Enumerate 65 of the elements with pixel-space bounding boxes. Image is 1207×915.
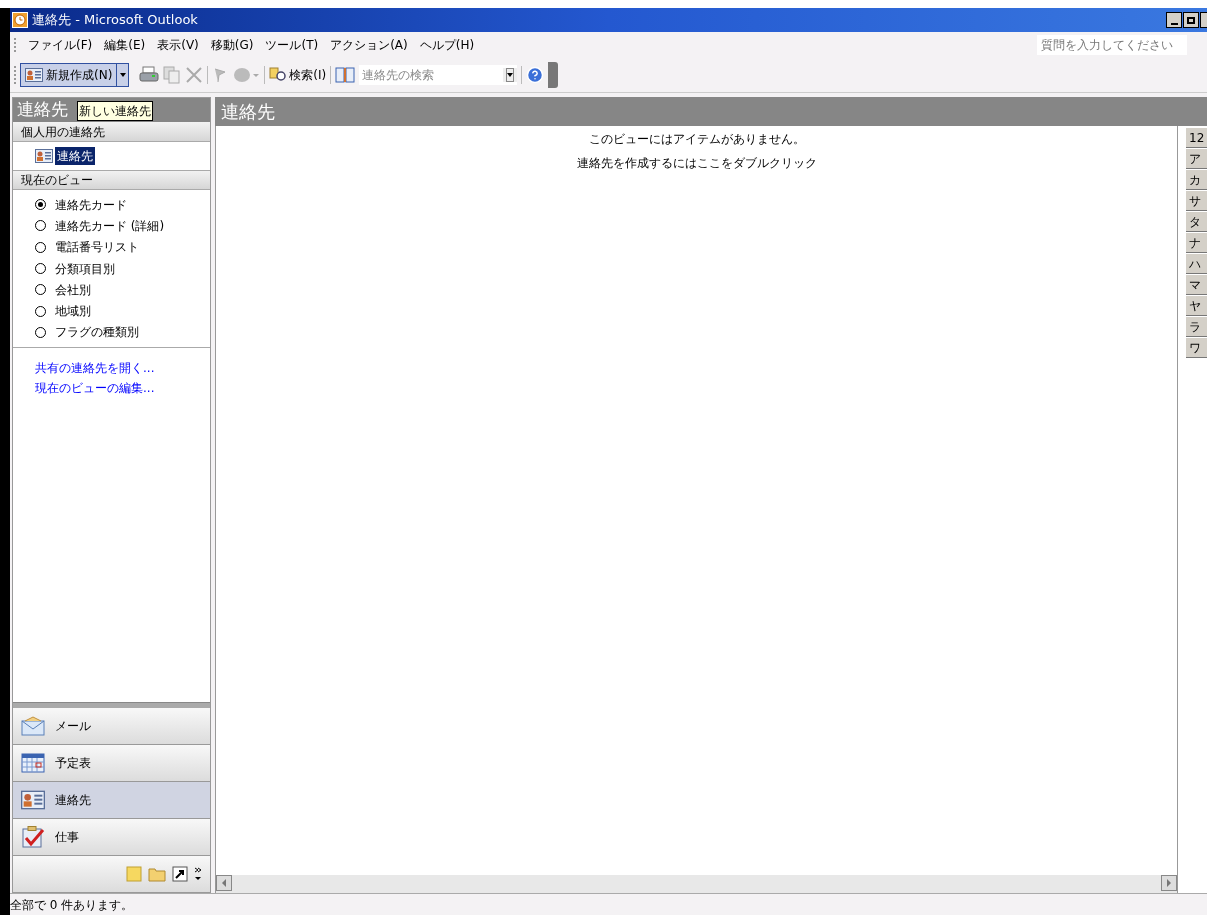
contact-card-icon [21,790,45,810]
status-text: 全部で 0 件あります。 [10,896,134,914]
index-tab[interactable]: マ [1186,275,1207,295]
empty-view-message: このビューにはアイテムがありません。 [588,131,805,148]
nav-button[interactable]: 連絡先 [13,782,210,819]
view-radio-option[interactable]: 連絡先カード (詳細) [13,215,210,237]
section-header: 現在のビュー [13,170,210,190]
nav-button[interactable]: メール [13,708,210,745]
nav-button[interactable]: 仕事 [13,819,210,856]
view-radio-option[interactable]: 連絡先カード [13,194,210,216]
nav-button[interactable]: 予定表 [13,745,210,782]
view-radio-option[interactable]: 会社別 [13,279,210,301]
checkmark-clipboard-icon [21,826,45,848]
index-tab[interactable]: サ [1186,191,1207,211]
clock-icon [12,12,28,28]
index-tab[interactable]: ヤ [1186,296,1207,316]
scroll-right-icon[interactable] [1161,875,1177,891]
printer-icon[interactable] [139,66,160,84]
contact-card-icon [25,68,43,82]
restore-button[interactable] [1183,12,1199,28]
index-tab[interactable]: ナ [1186,233,1207,253]
folder-item[interactable]: 連絡先 [55,147,95,165]
address-book-icon[interactable] [335,67,356,83]
view-radio-option[interactable]: フラグの種類別 [13,321,210,344]
chevron-icon[interactable] [194,867,202,881]
link[interactable]: 現在のビューの編集... [35,378,155,399]
help-icon[interactable] [526,66,545,84]
close-button[interactable] [1200,12,1207,28]
menu-item[interactable]: 移動(G) [204,36,260,54]
toolbar-options-icon[interactable] [548,62,559,88]
view-radio-option[interactable]: 電話番号リスト [13,236,210,258]
caret-icon [507,73,514,77]
help-field[interactable]: 質問を入力してください [1037,35,1187,55]
index-tab[interactable]: 12 [1186,128,1207,148]
index-tab[interactable]: カ [1186,170,1207,190]
index-tab[interactable]: タ [1186,212,1207,232]
menu-item[interactable]: 表示(V) [151,36,205,54]
window-title: 連絡先 - Microsoft Outlook [32,11,198,30]
envelope-icon [21,716,45,736]
caret-icon [119,73,126,77]
index-tab[interactable]: ハ [1186,254,1207,274]
contact-card-icon [35,149,53,163]
scroll-left-icon[interactable] [216,875,232,891]
contact-search-field[interactable]: 連絡先の検索 [359,65,504,85]
menu-item[interactable]: ヘルプ(H) [413,36,481,54]
splitter-handle[interactable] [13,702,210,708]
view-radio-option[interactable]: 地域別 [13,300,210,322]
shortcut-icon[interactable] [172,866,188,882]
view-radio-option[interactable]: 分類項目別 [13,257,210,280]
horizontal-scrollbar[interactable] [216,875,1177,893]
section-header: 個人用の連絡先 [13,122,210,142]
minimize-button[interactable] [1166,12,1182,28]
index-tab[interactable]: ワ [1186,338,1207,358]
calendar-icon [21,753,45,773]
index-tab[interactable]: ラ [1186,317,1207,337]
pane-header: 連絡先 [215,97,1207,126]
index-tab[interactable]: ア [1186,149,1207,169]
menu-item[interactable]: ツール(T) [259,36,325,54]
menu-item[interactable]: 編集(E) [98,36,152,54]
menu-item[interactable]: アクション(A) [324,36,414,54]
menu-item[interactable]: ファイル(F) [22,36,99,54]
search-button[interactable]: 検索(I) [269,66,327,84]
tooltip: 新しい連絡先 [77,101,153,121]
link[interactable]: 共有の連絡先を開く... [35,358,155,379]
empty-view-message: 連絡先を作成するにはここをダブルクリック [576,155,817,172]
